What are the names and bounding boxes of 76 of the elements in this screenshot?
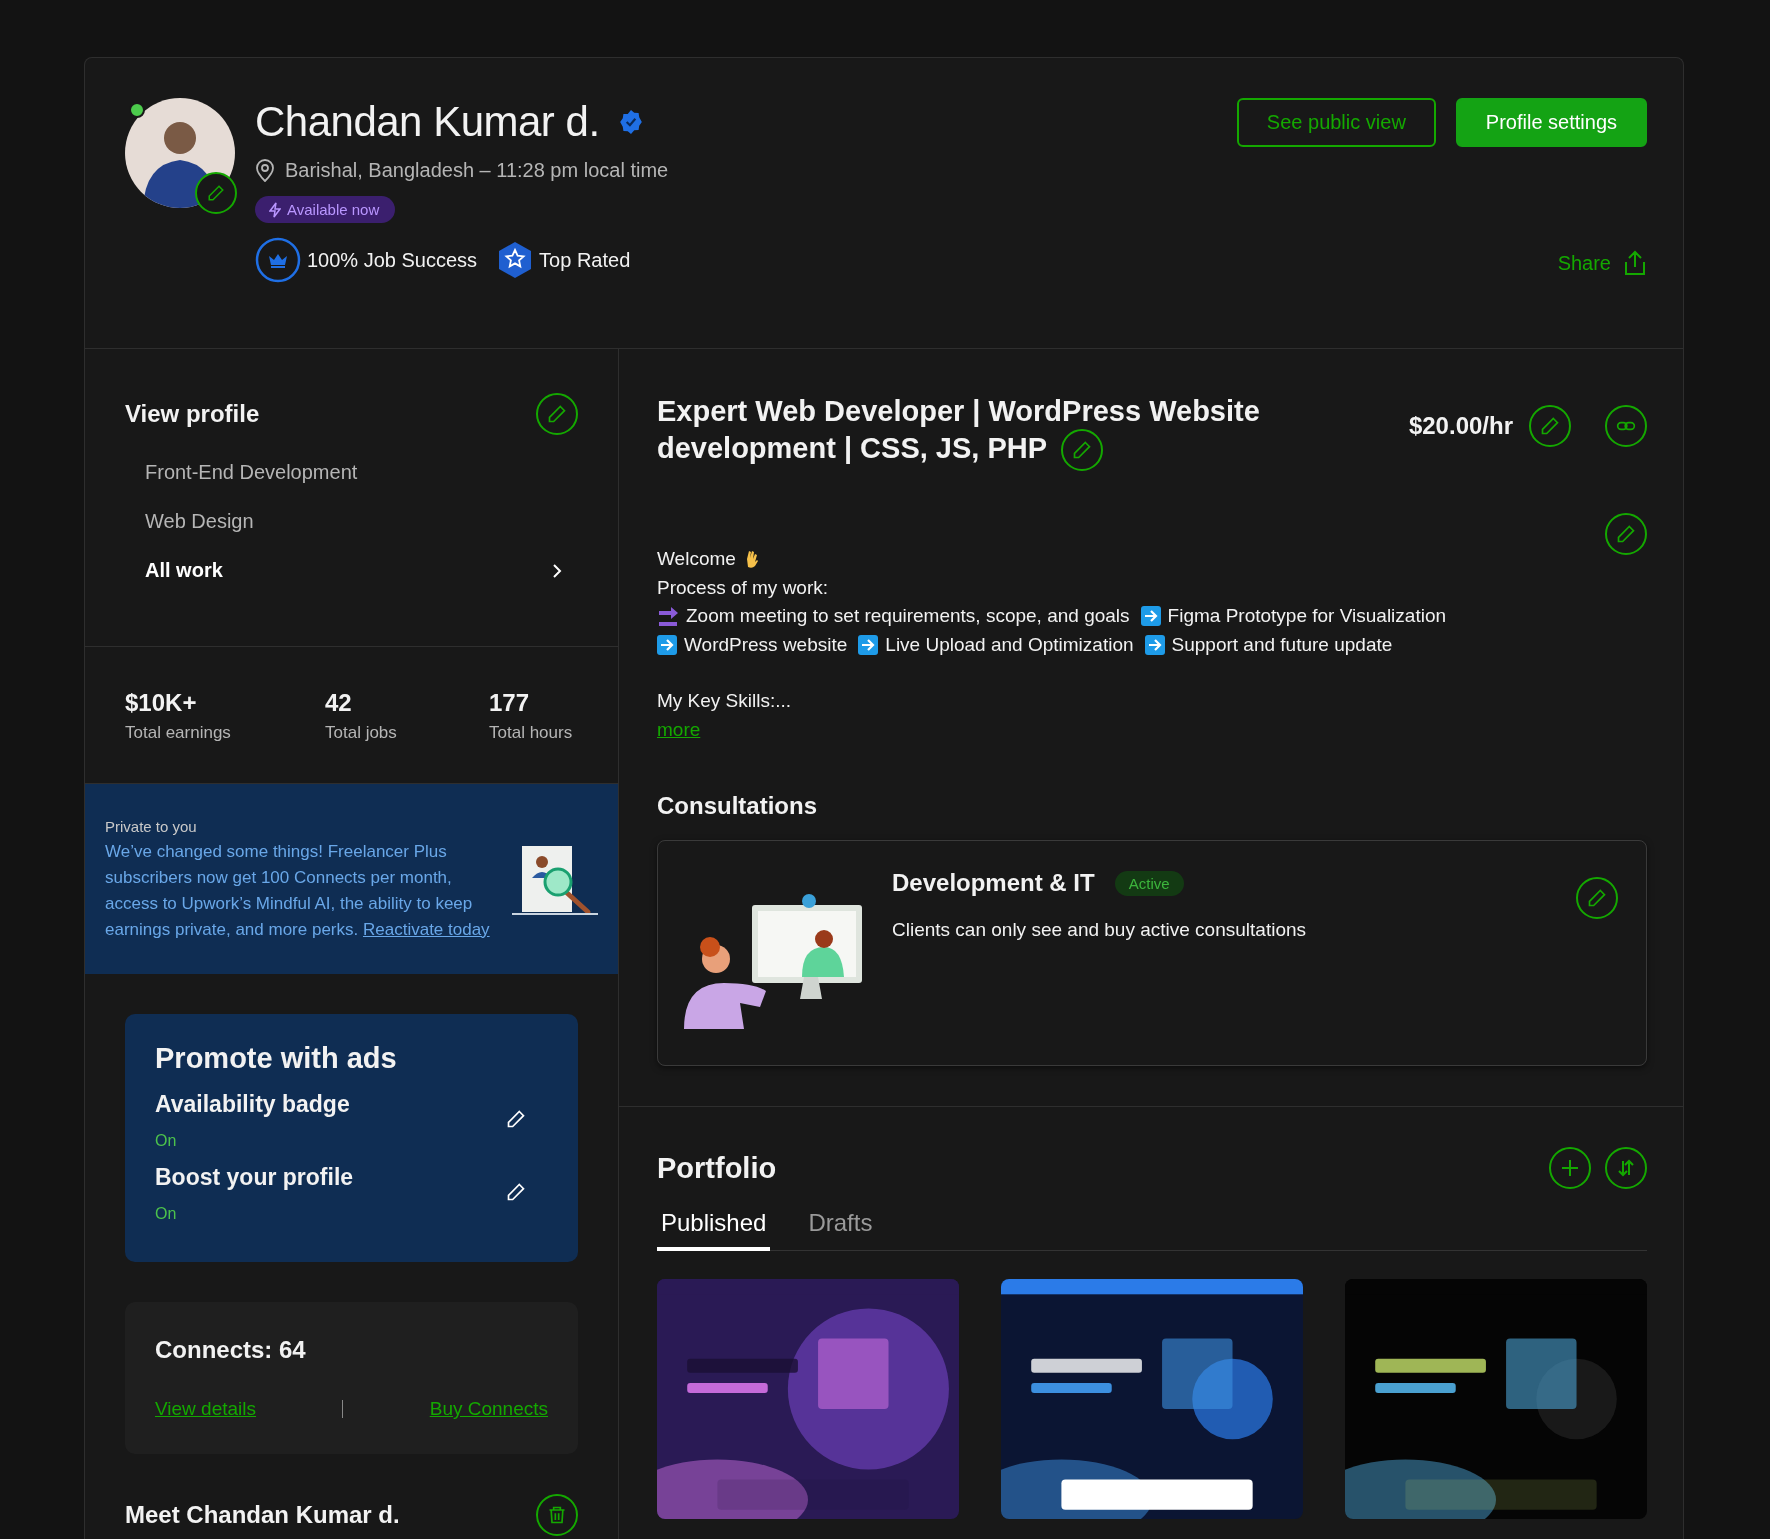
soon-arrow-icon — [657, 605, 679, 628]
promote-item-label: Availability badge — [155, 1091, 350, 1118]
promote-title: Promote with ads — [155, 1042, 398, 1075]
reorder-button[interactable] — [1605, 1147, 1647, 1189]
pencil-icon — [1587, 888, 1607, 908]
pencil-icon — [506, 1109, 526, 1129]
specialty-item[interactable]: Front-End Development — [125, 461, 578, 484]
process-step: WordPress website — [684, 630, 848, 659]
profile-name: Chandan Kumar d. — [255, 98, 600, 146]
reactivate-link[interactable]: Reactivate today — [363, 919, 490, 939]
consultation-title: Development & IT — [892, 869, 1095, 897]
pencil-icon — [1072, 440, 1093, 460]
pencil-icon — [547, 404, 567, 424]
promote-item-label: Boost your profile — [155, 1164, 354, 1191]
stat-label: Total hours — [489, 723, 574, 743]
availability-text: Available now — [287, 201, 380, 218]
promote-status: On — [155, 1132, 178, 1150]
overview-text: Process of my work: — [657, 575, 829, 600]
public-view-button[interactable]: See public view — [1236, 98, 1436, 147]
section-title: Consultations — [657, 792, 818, 820]
edit-button[interactable] — [1529, 405, 1571, 447]
promote-status: On — [155, 1205, 178, 1223]
stat-label: Total jobs — [325, 723, 398, 743]
hourly-rate: $20.00/hr — [1408, 412, 1513, 440]
badge-label: Top Rated — [539, 248, 631, 272]
location-pin-icon — [255, 158, 275, 182]
buy-connects-link[interactable]: Buy Connects — [429, 1398, 548, 1420]
overview-text: Welcome — [657, 547, 736, 571]
overview-text: My Key Skills:... — [657, 689, 792, 713]
pencil-icon — [1540, 416, 1560, 436]
lightning-icon — [269, 201, 281, 218]
edit-button[interactable] — [1605, 513, 1647, 555]
process-step: Zoom meeting to set requirements, scope, and goals — [686, 602, 1130, 631]
star-badge-icon — [497, 241, 534, 279]
specialty-item[interactable]: Web Design — [125, 510, 578, 533]
view-details-link[interactable]: View details — [155, 1398, 257, 1420]
plus-icon — [1560, 1158, 1580, 1178]
pencil-icon — [1616, 524, 1636, 544]
consultation-description: Clients can only see and buy active consultations — [892, 919, 1308, 941]
badge-label: 100% Job Success — [307, 248, 478, 272]
edit-button[interactable] — [1576, 877, 1618, 919]
process-step: Live Upload and Optimization — [885, 630, 1134, 659]
section-title: Meet Chandan Kumar d. — [125, 1501, 400, 1529]
share-icon — [1623, 250, 1647, 276]
process-step: Figma Prototype for Visualization — [1167, 602, 1447, 631]
chevron-right-icon — [552, 562, 562, 579]
pencil-icon — [207, 184, 225, 202]
stat-label: Total earnings — [125, 723, 232, 743]
link-button[interactable] — [1605, 405, 1647, 447]
stat-value: 177 — [489, 689, 531, 717]
sort-arrows-icon — [1616, 1158, 1636, 1178]
share-button[interactable]: Share — [1557, 250, 1647, 276]
process-step: Support and future update — [1171, 630, 1393, 659]
stat-value: $10K+ — [125, 689, 198, 717]
delete-button[interactable] — [536, 1494, 578, 1536]
specialty-item[interactable]: All work — [125, 559, 578, 582]
section-title: Portfolio — [657, 1151, 777, 1185]
status-badge: Active — [1114, 870, 1184, 896]
stat-value: 42 — [325, 689, 353, 717]
portfolio-tab[interactable]: Drafts — [804, 1209, 877, 1251]
edit-photo-button[interactable] — [195, 172, 237, 214]
more-link[interactable]: more — [657, 715, 701, 744]
profile-headline: Expert Web Developer | WordPress Website development | CSS, JS, PHP — [657, 393, 1277, 471]
edit-button[interactable] — [536, 393, 578, 435]
section-title: View profile — [125, 400, 260, 428]
connects-title: Connects: 64 — [155, 1336, 307, 1364]
add-button[interactable] — [1549, 1147, 1591, 1189]
edit-button[interactable] — [1061, 429, 1104, 471]
settings-button[interactable]: Profile settings — [1455, 98, 1647, 147]
location-text: Barishal, Bangladesh – 11:28 pm local time — [285, 158, 669, 182]
trash-icon — [547, 1505, 567, 1525]
pencil-icon — [506, 1182, 526, 1202]
notice-caption: Private to you — [105, 817, 198, 835]
crown-icon — [255, 237, 301, 283]
notice-text: We’ve changed some things! Freelancer Plus subscribers now get 100 Connects per month, access to Upwork’s Mindful AI, the ability to keep earnings private, and more perks. Reactivate today — [105, 840, 491, 941]
portfolio-tab[interactable]: Published — [657, 1209, 771, 1251]
